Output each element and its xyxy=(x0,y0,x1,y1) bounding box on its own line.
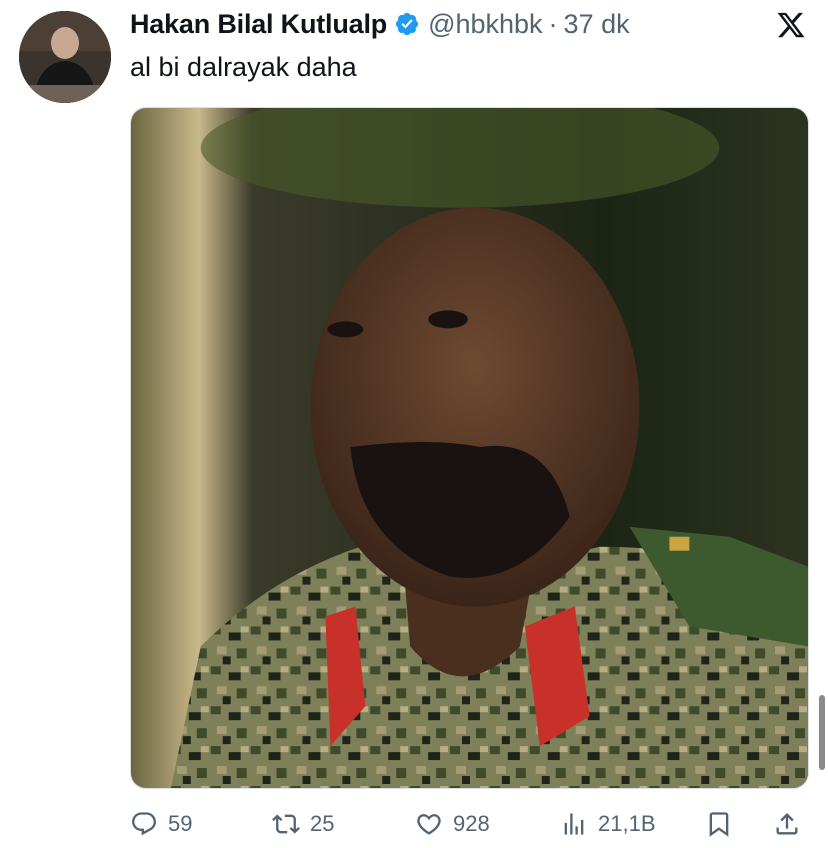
tweet-action-bar: 59 25 928 21,1B xyxy=(130,808,810,840)
reply-button[interactable]: 59 xyxy=(130,808,192,840)
views-count: 21,1B xyxy=(598,811,656,836)
repost-button[interactable]: 25 xyxy=(272,808,334,840)
share-icon xyxy=(776,813,798,835)
tweet-photo[interactable] xyxy=(130,107,809,789)
views-button[interactable]: 21,1B xyxy=(560,808,656,840)
share-button[interactable] xyxy=(773,808,801,840)
repost-count: 25 xyxy=(310,811,335,836)
tweet-timestamp[interactable]: 37 dk xyxy=(564,9,630,40)
tweet-text: al bi dalrayak daha xyxy=(130,52,357,82)
like-count: 928 xyxy=(453,811,490,836)
scrollbar[interactable] xyxy=(819,695,825,770)
reply-icon xyxy=(132,812,156,836)
reply-count: 59 xyxy=(168,811,193,836)
author-handle[interactable]: @hbkhbk xyxy=(428,9,542,40)
x-logo-icon[interactable] xyxy=(775,10,807,40)
views-icon xyxy=(564,813,584,835)
like-button[interactable]: 928 xyxy=(415,808,490,840)
separator-dot: · xyxy=(548,8,558,39)
bookmark-icon xyxy=(709,812,729,837)
repost-icon xyxy=(272,814,300,834)
bookmark-button[interactable] xyxy=(705,808,733,840)
tweet-header: Hakan Bilal Kutlualp @hbkhbk · 37 dk xyxy=(130,6,630,42)
author-avatar[interactable] xyxy=(19,11,111,103)
verified-badge-icon xyxy=(394,11,420,37)
author-name[interactable]: Hakan Bilal Kutlualp xyxy=(130,9,387,40)
like-icon xyxy=(417,814,441,835)
